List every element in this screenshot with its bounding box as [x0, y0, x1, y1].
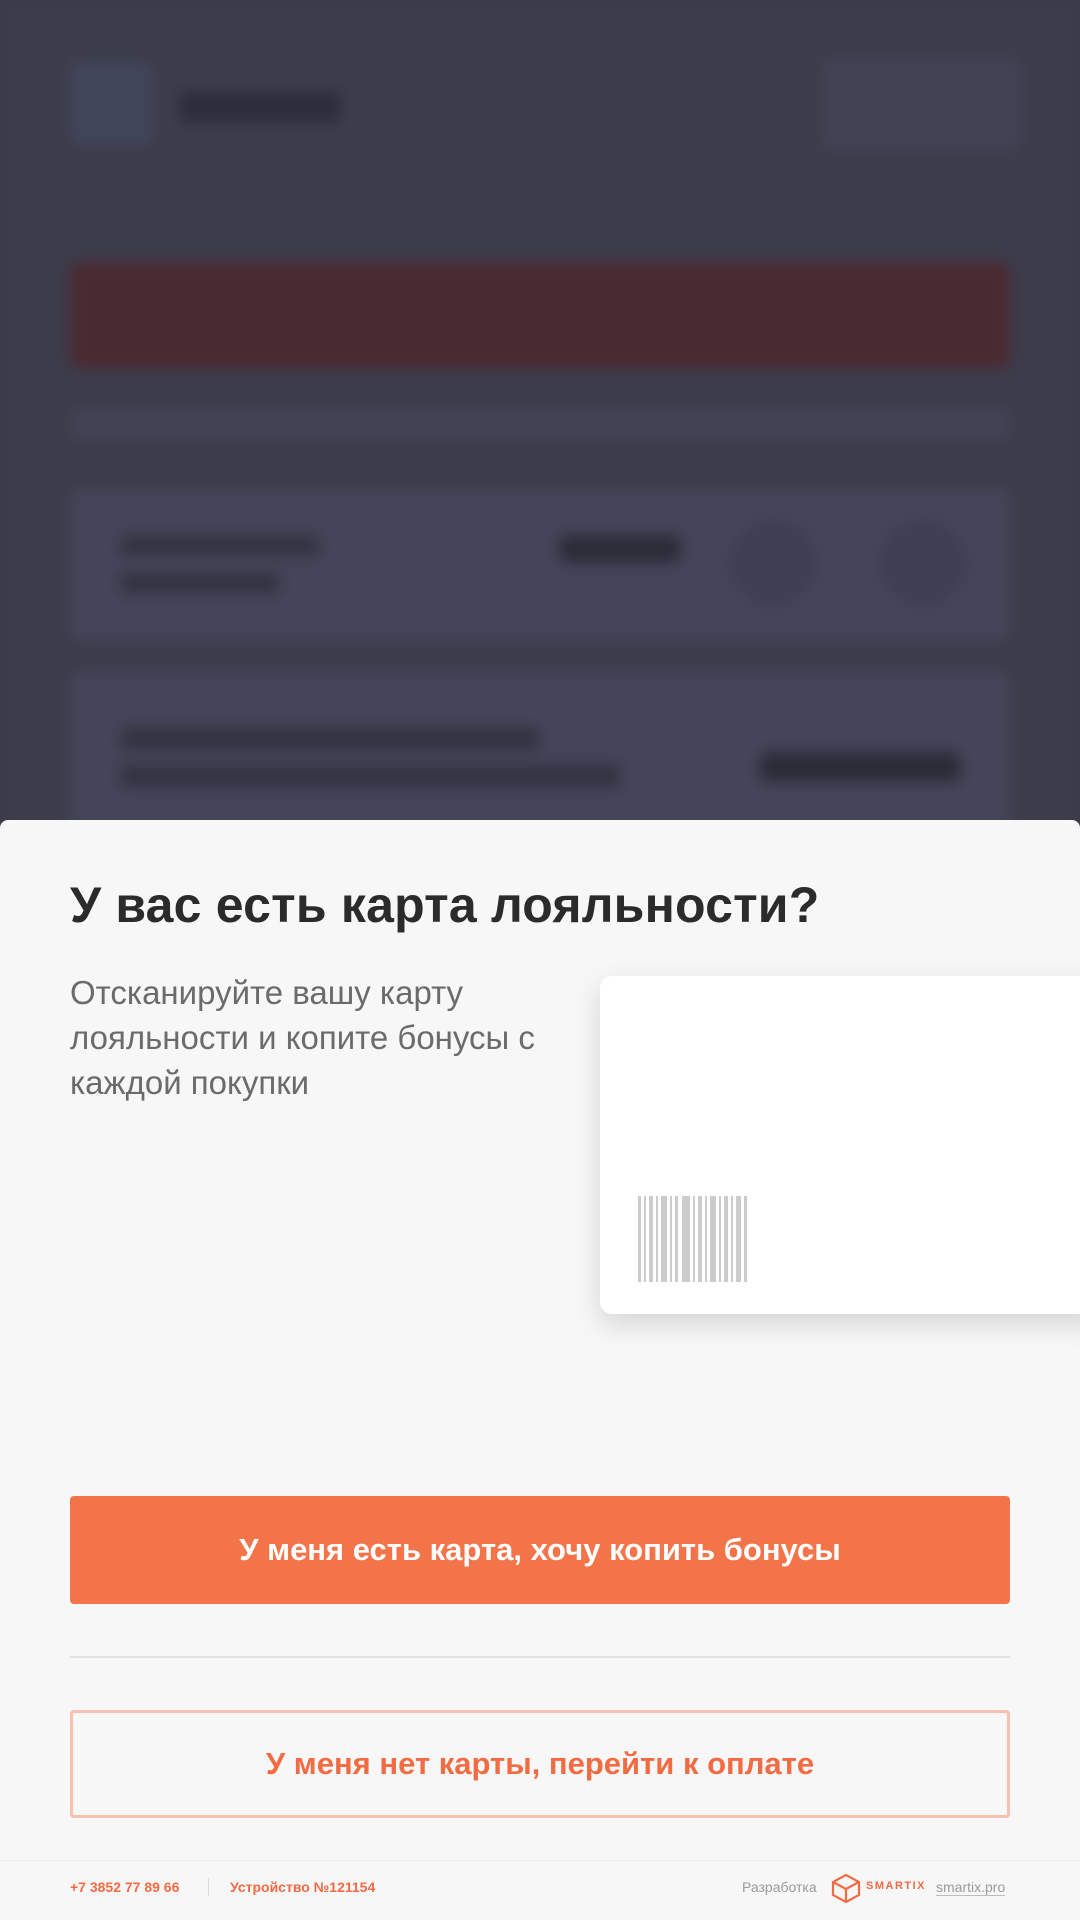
- footer-separator: [208, 1878, 209, 1896]
- bg-item-2: [70, 672, 1010, 832]
- smartix-logo-icon: [831, 1873, 861, 1903]
- loyalty-card-illustration: [600, 976, 1080, 1314]
- modal-title: У вас есть карта лояльности?: [70, 877, 820, 933]
- bg-strip: [70, 410, 1010, 438]
- footer-device-number: Устройство №121154: [230, 1879, 376, 1895]
- bg-header-button: [822, 58, 1022, 150]
- bg-red-button: [70, 262, 1010, 368]
- footer-phone: +7 3852 77 89 66: [70, 1879, 180, 1895]
- bg-logo: [70, 62, 152, 144]
- modal-description: Отсканируйте вашу карту лояльности и коп…: [70, 974, 535, 1101]
- loyalty-card-modal: У вас есть карта лояльности? Отсканируйт…: [0, 820, 1080, 1920]
- modal-divider: [70, 1656, 1010, 1658]
- no-card-pay-button[interactable]: У меня нет карты, перейти к оплате: [70, 1710, 1010, 1818]
- smartix-link[interactable]: smartix.pro: [936, 1879, 1006, 1896]
- footer: +7 3852 77 89 66 Устройство №121154 Разр…: [0, 1860, 1080, 1920]
- bg-brand: [180, 92, 340, 122]
- have-card-button[interactable]: У меня есть карта, хочу копить бонусы: [70, 1496, 1010, 1604]
- smartix-brand-name: SMARTIX: [866, 1880, 926, 1892]
- bg-item-1: [70, 490, 1010, 640]
- barcode-icon: [638, 1196, 747, 1282]
- footer-developer-label: Разработка: [742, 1879, 817, 1895]
